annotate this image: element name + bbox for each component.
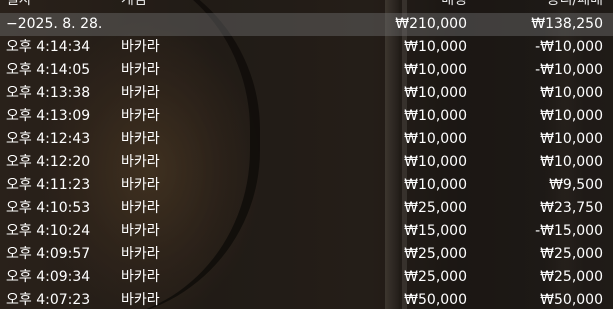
row-game: 바카라 (121, 269, 160, 285)
row-game: 바카라 (121, 154, 160, 170)
table-header: 일자 게임 배팅 승리/패배 (0, 0, 613, 13)
row-game: 바카라 (121, 85, 160, 101)
row-result: ₩9,500 (549, 177, 603, 193)
row-time: 오후 4:14:05 (6, 62, 91, 78)
row-bet: ₩10,000 (404, 131, 467, 147)
header-bet: 배팅 (441, 0, 467, 8)
row-game: 바카라 (121, 177, 160, 193)
row-game: 바카라 (121, 39, 160, 55)
row-bet: ₩25,000 (404, 246, 467, 262)
row-bet: ₩10,000 (404, 177, 467, 193)
row-result: ₩25,000 (540, 269, 603, 285)
row-bet: ₩25,000 (404, 200, 467, 216)
row-time: 오후 4:07:23 (6, 292, 91, 308)
date-group-result-total: ₩138,250 (531, 16, 603, 32)
row-bet: ₩10,000 (404, 108, 467, 124)
table-row[interactable]: 오후 4:13:09 바카라 ₩10,000 ₩10,000 (0, 105, 613, 128)
row-result: ₩10,000 (540, 131, 603, 147)
table-row[interactable]: 오후 4:07:23 바카라 ₩50,000 ₩50,000 (0, 289, 613, 309)
header-result: 승리/패배 (546, 0, 603, 8)
header-game: 게임 (121, 0, 147, 8)
row-game: 바카라 (121, 62, 160, 78)
row-bet: ₩15,000 (404, 223, 467, 239)
row-time: 오후 4:12:20 (6, 154, 91, 170)
date-group-row[interactable]: −2025. 8. 28. ₩210,000 ₩138,250 (0, 13, 613, 36)
table-row[interactable]: 오후 4:10:53 바카라 ₩25,000 ₩23,750 (0, 197, 613, 220)
row-time: 오후 4:13:38 (6, 85, 91, 101)
row-time: 오후 4:12:43 (6, 131, 91, 147)
table-row[interactable]: 오후 4:09:57 바카라 ₩25,000 ₩25,000 (0, 243, 613, 266)
row-game: 바카라 (121, 292, 160, 308)
row-game: 바카라 (121, 246, 160, 262)
row-result: -₩10,000 (535, 39, 603, 55)
header-date: 일자 (6, 0, 32, 8)
bet-history-table: 일자 게임 배팅 승리/패배 −2025. 8. 28. ₩210,000 ₩1… (0, 0, 613, 309)
table-row[interactable]: 오후 4:14:05 바카라 ₩10,000 -₩10,000 (0, 59, 613, 82)
row-result: ₩10,000 (540, 154, 603, 170)
bet-rows: 오후 4:14:34 바카라 ₩10,000 -₩10,000 오후 4:14:… (0, 36, 613, 309)
row-time: 오후 4:14:34 (6, 39, 91, 55)
row-game: 바카라 (121, 200, 160, 216)
row-bet: ₩10,000 (404, 154, 467, 170)
date-group-bet-total: ₩210,000 (395, 16, 467, 32)
table-row[interactable]: 오후 4:12:20 바카라 ₩10,000 ₩10,000 (0, 151, 613, 174)
table-row[interactable]: 오후 4:09:34 바카라 ₩25,000 ₩25,000 (0, 266, 613, 289)
row-result: ₩10,000 (540, 108, 603, 124)
table-row[interactable]: 오후 4:11:23 바카라 ₩10,000 ₩9,500 (0, 174, 613, 197)
row-game: 바카라 (121, 223, 160, 239)
date-group-label: −2025. 8. 28. (6, 16, 103, 32)
row-result: ₩10,000 (540, 85, 603, 101)
row-result: ₩25,000 (540, 246, 603, 262)
table-row[interactable]: 오후 4:12:43 바카라 ₩10,000 ₩10,000 (0, 128, 613, 151)
row-time: 오후 4:11:23 (6, 177, 91, 193)
row-bet: ₩10,000 (404, 39, 467, 55)
row-time: 오후 4:10:24 (6, 223, 91, 239)
row-bet: ₩25,000 (404, 269, 467, 285)
row-result: ₩23,750 (540, 200, 603, 216)
row-bet: ₩10,000 (404, 62, 467, 78)
table-row[interactable]: 오후 4:10:24 바카라 ₩15,000 -₩15,000 (0, 220, 613, 243)
row-time: 오후 4:13:09 (6, 108, 91, 124)
row-result: ₩50,000 (540, 292, 603, 308)
row-bet: ₩50,000 (404, 292, 467, 308)
row-time: 오후 4:10:53 (6, 200, 91, 216)
row-result: -₩10,000 (535, 62, 603, 78)
row-time: 오후 4:09:34 (6, 269, 91, 285)
row-game: 바카라 (121, 108, 160, 124)
table-row[interactable]: 오후 4:13:38 바카라 ₩10,000 ₩10,000 (0, 82, 613, 105)
row-time: 오후 4:09:57 (6, 246, 91, 262)
row-game: 바카라 (121, 131, 160, 147)
table-row[interactable]: 오후 4:14:34 바카라 ₩10,000 -₩10,000 (0, 36, 613, 59)
row-result: -₩15,000 (535, 223, 603, 239)
row-bet: ₩10,000 (404, 85, 467, 101)
